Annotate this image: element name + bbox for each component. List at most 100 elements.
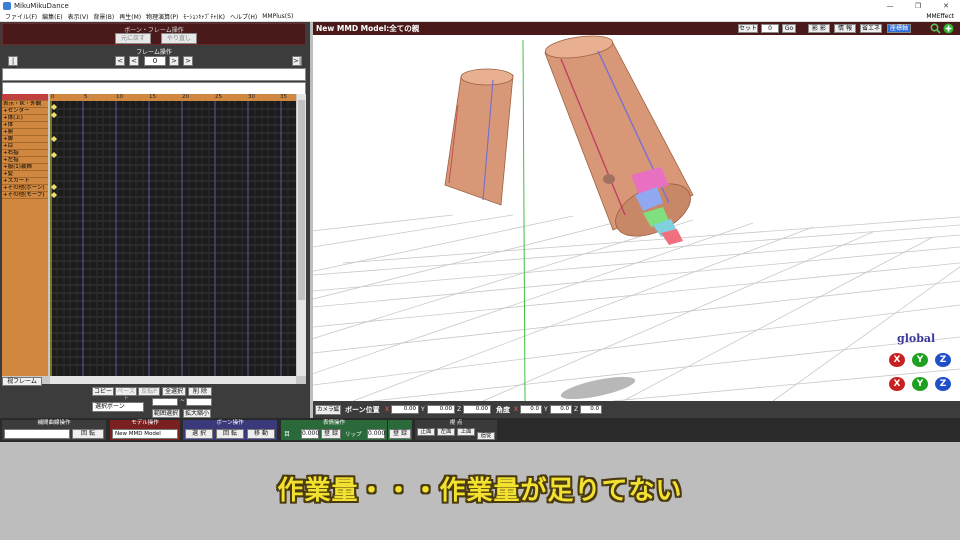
- frame-tools: 视フレーム コピー ペースト 反転P 全選択 削 除 選択ボーン ~ 範囲選択 …: [2, 377, 306, 418]
- menu-view[interactable]: 表示(V): [68, 12, 89, 21]
- maximize-button[interactable]: ❐: [904, 0, 932, 12]
- bone-select-dropdown[interactable]: 選択ボーン: [92, 402, 144, 412]
- interpolation-select[interactable]: [4, 429, 70, 439]
- view-top-button[interactable]: 上面: [457, 428, 475, 436]
- timeline-row[interactable]: +左指: [2, 157, 48, 164]
- menu-mmeffect[interactable]: MMEffect: [926, 12, 954, 22]
- shadow-button[interactable]: 影 影: [808, 24, 830, 33]
- set-button[interactable]: セット: [738, 24, 758, 33]
- menu-mmplus[interactable]: MMPlus(S): [262, 13, 293, 20]
- undo-button[interactable]: 元に戻す: [115, 33, 151, 44]
- first-frame-button[interactable]: |<: [8, 56, 18, 73]
- timeline-row[interactable]: +体: [2, 122, 48, 129]
- eye-value-input[interactable]: 0.000: [301, 429, 319, 439]
- range-end-input[interactable]: [186, 398, 212, 406]
- model-select[interactable]: New MMD Model: [112, 429, 178, 439]
- axis-z-button[interactable]: Z: [935, 353, 951, 367]
- search-icon[interactable]: [930, 23, 941, 34]
- timeline-row[interactable]: +髪: [2, 171, 48, 178]
- go-button[interactable]: Go: [782, 24, 796, 33]
- menu-background[interactable]: 背景(B): [93, 12, 114, 21]
- menu-play[interactable]: 再生(M): [119, 12, 141, 21]
- scrollbar-thumb[interactable]: [298, 100, 305, 300]
- scene-canvas: [313, 35, 960, 401]
- timeline-row[interactable]: +センター: [2, 108, 48, 115]
- view-left-button[interactable]: 左面: [437, 428, 455, 436]
- next-key-button[interactable]: >: [183, 56, 193, 66]
- menu-physics[interactable]: 物理演算(P): [146, 12, 178, 21]
- add-icon[interactable]: [943, 23, 954, 34]
- range-select-button[interactable]: 範囲選択: [152, 409, 180, 418]
- rot-x-input[interactable]: 0.0: [520, 405, 542, 414]
- scale-button[interactable]: 拡大縮小: [183, 409, 211, 418]
- timeline-row[interactable]: +スカート: [2, 178, 48, 185]
- interpolation-group: 補間曲線操作 回 転: [2, 420, 106, 440]
- rot-z-input[interactable]: 0.0: [580, 405, 602, 414]
- expression-title: 表情操作: [322, 420, 345, 426]
- prev-key-button[interactable]: <: [115, 56, 125, 66]
- axis-y-rotate-button[interactable]: Y: [912, 377, 928, 391]
- last-frame-button[interactable]: >|: [292, 56, 302, 66]
- close-button[interactable]: ✕: [932, 0, 960, 12]
- bone-select-button[interactable]: 選 択: [185, 429, 213, 439]
- redo-button[interactable]: やり直し: [161, 33, 197, 44]
- angle-label: 角度: [496, 406, 510, 414]
- menu-edit[interactable]: 編集(E): [42, 12, 62, 21]
- axis-button[interactable]: 座標軸: [887, 24, 911, 33]
- timeline-row[interactable]: [2, 94, 48, 101]
- 3d-viewport[interactable]: global X Y Z X Y Z: [313, 35, 960, 401]
- prev-frame-button[interactable]: <: [129, 56, 139, 66]
- eye-register-button[interactable]: 登 録: [321, 429, 341, 439]
- window-title: MikuMikuDance: [14, 2, 69, 10]
- window-titlebar: MikuMikuDance — ❐ ✕: [0, 0, 960, 12]
- menu-file[interactable]: ファイル(F): [5, 12, 37, 21]
- minimize-button[interactable]: —: [876, 0, 904, 12]
- timeline-row[interactable]: +腕: [2, 129, 48, 136]
- timeline-row[interactable]: +目: [2, 143, 48, 150]
- current-frame-input[interactable]: 0: [144, 56, 166, 66]
- pos-y-input[interactable]: 0.00: [427, 405, 455, 414]
- paste-button[interactable]: ペースト: [115, 387, 137, 402]
- expression-group-2: 登 録: [388, 420, 412, 440]
- global-label: global: [897, 332, 936, 345]
- next-frame-button[interactable]: >: [169, 56, 179, 66]
- camera-edit-button[interactable]: カメラ編: [315, 405, 341, 415]
- timeline-row[interactable]: +右指: [2, 150, 48, 157]
- info-button[interactable]: 情 報: [834, 24, 856, 33]
- energy-save-button[interactable]: 省エネ: [860, 24, 882, 33]
- timeline-row[interactable]: +服(1)装飾: [2, 164, 48, 171]
- window-controls: — ❐ ✕: [876, 0, 960, 12]
- delete-button[interactable]: 削 除: [188, 387, 212, 396]
- timeline-row[interactable]: +その他(モーフ): [2, 192, 48, 199]
- interp-rotate-select[interactable]: 回 転: [72, 429, 104, 439]
- bone-move-button[interactable]: 移 動: [247, 429, 275, 439]
- pos-x-input[interactable]: 0.00: [391, 405, 419, 414]
- timeline-horizontal-scrollbar[interactable]: [50, 376, 296, 384]
- lip-value-input[interactable]: 0.000: [367, 429, 385, 439]
- rot-y-input[interactable]: 0.0: [550, 405, 572, 414]
- view-frame-tab[interactable]: 视フレーム: [2, 377, 42, 386]
- reverse-paste-button[interactable]: 反転P: [138, 387, 160, 396]
- view-follow-button[interactable]: 追従: [477, 432, 495, 440]
- axis-z-rotate-button[interactable]: Z: [935, 377, 951, 391]
- timeline-grid[interactable]: 0 5 10 15 20 25 30 35: [50, 94, 296, 376]
- view-front-button[interactable]: 正面: [417, 428, 435, 436]
- timeline-row[interactable]: +体(上): [2, 115, 48, 122]
- timeline-vertical-scrollbar[interactable]: [297, 94, 306, 376]
- range-start-input[interactable]: [152, 398, 178, 406]
- axis-y-button[interactable]: Y: [912, 353, 928, 367]
- axis-x-rotate-button[interactable]: X: [889, 377, 905, 391]
- timeline-row[interactable]: +脚: [2, 136, 48, 143]
- copy-button[interactable]: コピー: [92, 387, 114, 396]
- bone-name-field[interactable]: [2, 68, 306, 81]
- lip-register-button[interactable]: 登 録: [389, 429, 411, 439]
- bone-rotate-button[interactable]: 回 転: [216, 429, 244, 439]
- menu-help[interactable]: ヘルプ(H): [230, 12, 257, 21]
- menu-motion-capture[interactable]: ﾓｰｼｮﾝｷｬﾌﾟﾁｬ(K): [183, 12, 225, 21]
- axis-x-button[interactable]: X: [889, 353, 905, 367]
- set-frame-input[interactable]: 0: [761, 24, 779, 33]
- timeline-row[interactable]: 表示・IK・外観: [2, 101, 48, 108]
- timeline-row[interactable]: +その他(ボーン): [2, 185, 48, 192]
- pos-z-input[interactable]: 0.00: [463, 405, 491, 414]
- select-all-button[interactable]: 全選択: [162, 387, 186, 396]
